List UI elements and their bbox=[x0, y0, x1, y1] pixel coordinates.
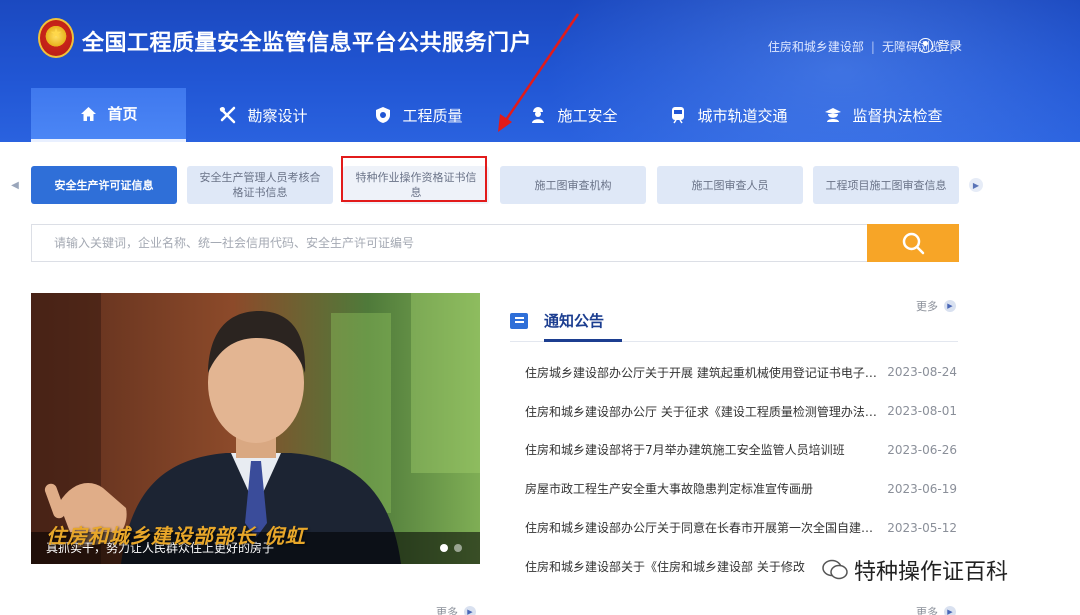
national-emblem-icon bbox=[38, 18, 74, 58]
wechat-watermark: 特种操作证百科 bbox=[816, 552, 1015, 588]
nav-item-supervision[interactable]: 监督执法检查 bbox=[806, 88, 961, 142]
nav-item-construction-safety[interactable]: 施工安全 bbox=[496, 88, 651, 142]
category-tab-project-review[interactable]: 工程项目施工图审查信息 bbox=[813, 166, 959, 204]
main-nav: 首页 勘察设计 工程质量 施工安全 城市轨道交通 监督执法检查 bbox=[31, 88, 961, 142]
notice-item[interactable]: 住房和城乡建设部办公厅关于同意在长春市开展第一次全国自建房安全专项整治工作的函 … bbox=[525, 508, 957, 547]
chevron-right-icon: ▶ bbox=[944, 300, 956, 312]
wechat-icon bbox=[822, 559, 848, 580]
home-icon bbox=[79, 105, 97, 123]
category-tab-review-staff[interactable]: 施工图审查人员 bbox=[657, 166, 803, 204]
site-header: 全国工程质量安全监管信息平台公共服务门户 住房和城乡建设部 | 无障碍浏览 | … bbox=[0, 0, 1080, 142]
nav-item-quality[interactable]: 工程质量 bbox=[341, 88, 496, 142]
notices-title: 通知公告 bbox=[544, 312, 605, 330]
chevron-right-icon: ▶ bbox=[944, 606, 956, 615]
nav-label: 监督执法检查 bbox=[852, 106, 943, 125]
search-button[interactable] bbox=[867, 224, 959, 262]
carousel-dots bbox=[440, 544, 468, 552]
notice-item[interactable]: 住房和城乡建设部办公厅 关于征求《建设工程质量检测管理办法》实施意见的函 202… bbox=[525, 392, 957, 431]
notice-title: 住房和城乡建设部办公厅关于同意在长春市开展第一次全国自建房安全专项整治工作的函 bbox=[525, 521, 877, 536]
carousel-dot[interactable] bbox=[440, 544, 448, 552]
category-tab-manager-certificate[interactable]: 安全生产管理人员考核合格证书信息 bbox=[187, 166, 333, 204]
notices-more-link[interactable]: 更多 ▶ bbox=[916, 298, 956, 314]
notice-list-icon bbox=[510, 312, 528, 329]
notice-item[interactable]: 房屋市政工程生产安全重大事故隐患判定标准宣传画册 2023-06-19 bbox=[525, 469, 957, 508]
worker-icon bbox=[529, 106, 547, 124]
more-label: 更多 bbox=[916, 606, 938, 615]
nav-label: 城市轨道交通 bbox=[697, 106, 788, 125]
category-next-icon[interactable]: ▶ bbox=[969, 178, 983, 192]
chevron-right-icon: ▶ bbox=[464, 606, 476, 615]
login-label: 登录 bbox=[938, 39, 963, 53]
divider: | bbox=[870, 39, 875, 54]
nav-label: 首页 bbox=[107, 105, 138, 123]
notices-divider bbox=[510, 339, 958, 342]
category-prev-icon[interactable]: ◀ bbox=[9, 178, 21, 192]
inspector-icon bbox=[824, 106, 842, 124]
banner-overlay-text: 住房和城乡建设部部长 倪虹 bbox=[46, 524, 306, 548]
nav-label: 施工安全 bbox=[557, 106, 618, 125]
nav-item-survey-design[interactable]: 勘察设计 bbox=[186, 88, 341, 142]
user-icon bbox=[918, 38, 933, 53]
notice-date: 2023-06-19 bbox=[887, 481, 957, 496]
notices-header: 通知公告 bbox=[510, 310, 604, 331]
search-bar bbox=[31, 224, 959, 262]
notices-list: 住房城乡建设部办公厅关于开展 建筑起重机械使用登记证书电子证照试运行工作的通知 … bbox=[525, 353, 957, 586]
tools-icon bbox=[219, 106, 237, 124]
notice-date: 2023-08-01 bbox=[887, 404, 957, 419]
shield-icon bbox=[374, 106, 392, 124]
notice-title: 住房城乡建设部办公厅关于开展 建筑起重机械使用登记证书电子证照试运行工作的通知 bbox=[525, 365, 877, 380]
policy-more-link[interactable]: 更多 ▶ bbox=[916, 604, 956, 615]
ministry-link[interactable]: 住房和城乡建设部 bbox=[768, 38, 864, 55]
notice-date: 2023-08-24 bbox=[887, 365, 957, 380]
annotation-highlight-box bbox=[341, 156, 487, 202]
notice-title: 住房和城乡建设部办公厅 关于征求《建设工程质量检测管理办法》实施意见的函 bbox=[525, 404, 877, 419]
notice-title: 房屋市政工程生产安全重大事故隐患判定标准宣传画册 bbox=[525, 482, 814, 497]
site-title: 全国工程质量安全监管信息平台公共服务门户 bbox=[82, 31, 533, 56]
notice-title: 住房和城乡建设部将于7月举办建筑施工安全监管人员培训班 bbox=[525, 443, 845, 458]
more-label: 更多 bbox=[916, 300, 938, 313]
category-tab-safety-license[interactable]: 安全生产许可证信息 bbox=[31, 166, 177, 204]
nav-label: 勘察设计 bbox=[247, 106, 308, 125]
notice-item[interactable]: 住房和城乡建设部将于7月举办建筑施工安全监管人员培训班 2023-06-26 bbox=[525, 431, 957, 470]
notice-date: 2023-06-26 bbox=[887, 442, 957, 457]
watermark-text: 特种操作证百科 bbox=[854, 560, 1009, 585]
carousel-dot[interactable] bbox=[454, 544, 462, 552]
nav-item-rail-transit[interactable]: 城市轨道交通 bbox=[651, 88, 806, 142]
search-input[interactable] bbox=[31, 224, 867, 262]
login-button[interactable]: 登录 bbox=[918, 37, 962, 54]
nav-label: 工程质量 bbox=[402, 106, 463, 125]
notice-date: 2023-05-12 bbox=[887, 520, 957, 535]
nav-item-home[interactable]: 首页 bbox=[31, 88, 186, 142]
category-tab-review-agency[interactable]: 施工图审查机构 bbox=[500, 166, 646, 204]
notice-item[interactable]: 住房城乡建设部办公厅关于开展 建筑起重机械使用登记证书电子证照试运行工作的通知 … bbox=[525, 353, 957, 392]
more-label: 更多 bbox=[436, 606, 458, 615]
search-icon bbox=[902, 232, 925, 255]
train-icon bbox=[669, 106, 687, 124]
news-more-link[interactable]: 更多 ▶ bbox=[436, 604, 476, 615]
